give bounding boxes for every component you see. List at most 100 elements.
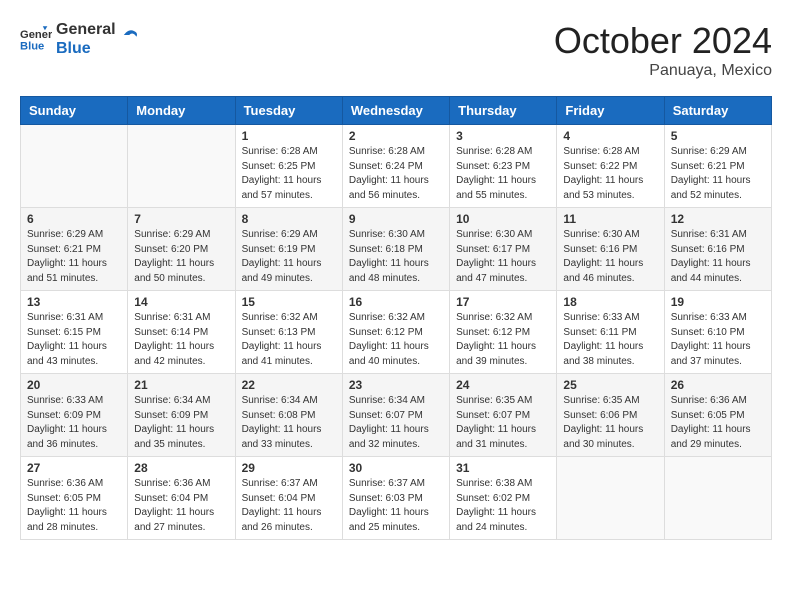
weekday-header-sunday: Sunday bbox=[21, 97, 128, 125]
calendar-week-row: 1 Sunrise: 6:28 AM Sunset: 6:25 PM Daylig… bbox=[21, 125, 772, 208]
day-number: 26 bbox=[671, 378, 765, 392]
calendar-week-row: 27 Sunrise: 6:36 AM Sunset: 6:05 PM Dayli… bbox=[21, 457, 772, 540]
calendar-cell: 23Sunrise: 6:34 AM Sunset: 6:07 PM Dayli… bbox=[342, 374, 449, 457]
logo-blue: Blue bbox=[56, 39, 116, 58]
calendar-cell: 27 Sunrise: 6:36 AM Sunset: 6:05 PM Dayli… bbox=[21, 457, 128, 540]
calendar-cell: 31Sunrise: 6:38 AM Sunset: 6:02 PM Dayli… bbox=[450, 457, 557, 540]
day-number: 13 bbox=[27, 295, 121, 309]
day-info: Sunrise: 6:30 AM Sunset: 6:17 PM Dayligh… bbox=[456, 228, 550, 286]
month-title: October 2024 bbox=[554, 20, 772, 62]
calendar-cell bbox=[557, 457, 664, 540]
day-info: Sunrise: 6:29 AM Sunset: 6:21 PM Dayligh… bbox=[671, 145, 765, 203]
calendar-cell: 20 Sunrise: 6:33 AM Sunset: 6:09 PM Dayli… bbox=[21, 374, 128, 457]
calendar-cell bbox=[21, 125, 128, 208]
svg-text:Blue: Blue bbox=[20, 41, 44, 53]
logo: General Blue General Blue bbox=[20, 20, 140, 58]
day-number: 23 bbox=[349, 378, 443, 392]
day-info: Sunrise: 6:29 AM Sunset: 6:19 PM Dayligh… bbox=[242, 228, 336, 286]
calendar-cell: 24 Sunrise: 6:35 AM Sunset: 6:07 PM Dayli… bbox=[450, 374, 557, 457]
day-number: 7 bbox=[134, 212, 228, 226]
calendar-cell: 22Sunrise: 6:34 AM Sunset: 6:08 PM Dayli… bbox=[235, 374, 342, 457]
day-info: Sunrise: 6:29 AM Sunset: 6:21 PM Dayligh… bbox=[27, 228, 121, 286]
logo-bird-icon bbox=[122, 26, 140, 44]
calendar-cell: 5 Sunrise: 6:29 AM Sunset: 6:21 PM Daylig… bbox=[664, 125, 771, 208]
title-block: October 2024 Panuaya, Mexico bbox=[554, 20, 772, 80]
calendar-cell: 25 Sunrise: 6:35 AM Sunset: 6:06 PM Dayli… bbox=[557, 374, 664, 457]
day-info: Sunrise: 6:36 AM Sunset: 6:04 PM Dayligh… bbox=[134, 477, 228, 535]
day-number: 28 bbox=[134, 461, 228, 475]
day-info: Sunrise: 6:31 AM Sunset: 6:14 PM Dayligh… bbox=[134, 311, 228, 369]
day-info: Sunrise: 6:31 AM Sunset: 6:15 PM Dayligh… bbox=[27, 311, 121, 369]
calendar-cell: 1 Sunrise: 6:28 AM Sunset: 6:25 PM Daylig… bbox=[235, 125, 342, 208]
weekday-header-friday: Friday bbox=[557, 97, 664, 125]
calendar-cell: 26 Sunrise: 6:36 AM Sunset: 6:05 PM Dayli… bbox=[664, 374, 771, 457]
day-number: 4 bbox=[563, 129, 657, 143]
day-info: Sunrise: 6:37 AM Sunset: 6:03 PM Dayligh… bbox=[349, 477, 443, 535]
day-info: Sunrise: 6:36 AM Sunset: 6:05 PM Dayligh… bbox=[27, 477, 121, 535]
calendar-cell: 6 Sunrise: 6:29 AM Sunset: 6:21 PM Daylig… bbox=[21, 208, 128, 291]
calendar-cell: 9Sunrise: 6:30 AM Sunset: 6:18 PM Daylig… bbox=[342, 208, 449, 291]
day-number: 8 bbox=[242, 212, 336, 226]
day-info: Sunrise: 6:30 AM Sunset: 6:18 PM Dayligh… bbox=[349, 228, 443, 286]
day-number: 29 bbox=[242, 461, 336, 475]
day-info: Sunrise: 6:28 AM Sunset: 6:25 PM Dayligh… bbox=[242, 145, 336, 203]
day-info: Sunrise: 6:36 AM Sunset: 6:05 PM Dayligh… bbox=[671, 394, 765, 452]
svg-text:General: General bbox=[20, 29, 52, 41]
day-info: Sunrise: 6:28 AM Sunset: 6:22 PM Dayligh… bbox=[563, 145, 657, 203]
day-info: Sunrise: 6:29 AM Sunset: 6:20 PM Dayligh… bbox=[134, 228, 228, 286]
day-number: 19 bbox=[671, 295, 765, 309]
day-number: 25 bbox=[563, 378, 657, 392]
calendar-table: SundayMondayTuesdayWednesdayThursdayFrid… bbox=[20, 96, 772, 540]
weekday-header-thursday: Thursday bbox=[450, 97, 557, 125]
day-info: Sunrise: 6:35 AM Sunset: 6:07 PM Dayligh… bbox=[456, 394, 550, 452]
day-number: 3 bbox=[456, 129, 550, 143]
logo-general: General bbox=[56, 20, 116, 39]
calendar-cell: 10 Sunrise: 6:30 AM Sunset: 6:17 PM Dayli… bbox=[450, 208, 557, 291]
weekday-header-row: SundayMondayTuesdayWednesdayThursdayFrid… bbox=[21, 97, 772, 125]
calendar-cell bbox=[664, 457, 771, 540]
page-header: General Blue General Blue October 2024 P… bbox=[20, 20, 772, 80]
day-number: 16 bbox=[349, 295, 443, 309]
day-number: 5 bbox=[671, 129, 765, 143]
day-number: 12 bbox=[671, 212, 765, 226]
day-info: Sunrise: 6:33 AM Sunset: 6:09 PM Dayligh… bbox=[27, 394, 121, 452]
day-info: Sunrise: 6:28 AM Sunset: 6:23 PM Dayligh… bbox=[456, 145, 550, 203]
calendar-cell: 12Sunrise: 6:31 AM Sunset: 6:16 PM Dayli… bbox=[664, 208, 771, 291]
calendar-cell: 28 Sunrise: 6:36 AM Sunset: 6:04 PM Dayli… bbox=[128, 457, 235, 540]
day-info: Sunrise: 6:28 AM Sunset: 6:24 PM Dayligh… bbox=[349, 145, 443, 203]
day-number: 24 bbox=[456, 378, 550, 392]
calendar-cell: 30 Sunrise: 6:37 AM Sunset: 6:03 PM Dayli… bbox=[342, 457, 449, 540]
day-number: 11 bbox=[563, 212, 657, 226]
day-number: 30 bbox=[349, 461, 443, 475]
calendar-cell: 19Sunrise: 6:33 AM Sunset: 6:10 PM Dayli… bbox=[664, 291, 771, 374]
calendar-cell: 16Sunrise: 6:32 AM Sunset: 6:12 PM Dayli… bbox=[342, 291, 449, 374]
day-number: 31 bbox=[456, 461, 550, 475]
calendar-cell bbox=[128, 125, 235, 208]
day-info: Sunrise: 6:32 AM Sunset: 6:12 PM Dayligh… bbox=[456, 311, 550, 369]
day-number: 1 bbox=[242, 129, 336, 143]
day-info: Sunrise: 6:30 AM Sunset: 6:16 PM Dayligh… bbox=[563, 228, 657, 286]
day-info: Sunrise: 6:35 AM Sunset: 6:06 PM Dayligh… bbox=[563, 394, 657, 452]
calendar-cell: 2Sunrise: 6:28 AM Sunset: 6:24 PM Daylig… bbox=[342, 125, 449, 208]
day-number: 6 bbox=[27, 212, 121, 226]
calendar-cell: 3 Sunrise: 6:28 AM Sunset: 6:23 PM Daylig… bbox=[450, 125, 557, 208]
calendar-cell: 29 Sunrise: 6:37 AM Sunset: 6:04 PM Dayli… bbox=[235, 457, 342, 540]
calendar-cell: 7 Sunrise: 6:29 AM Sunset: 6:20 PM Daylig… bbox=[128, 208, 235, 291]
calendar-week-row: 13 Sunrise: 6:31 AM Sunset: 6:15 PM Dayli… bbox=[21, 291, 772, 374]
calendar-cell: 21Sunrise: 6:34 AM Sunset: 6:09 PM Dayli… bbox=[128, 374, 235, 457]
day-info: Sunrise: 6:34 AM Sunset: 6:08 PM Dayligh… bbox=[242, 394, 336, 452]
calendar-week-row: 6 Sunrise: 6:29 AM Sunset: 6:21 PM Daylig… bbox=[21, 208, 772, 291]
calendar-cell: 4 Sunrise: 6:28 AM Sunset: 6:22 PM Daylig… bbox=[557, 125, 664, 208]
day-number: 15 bbox=[242, 295, 336, 309]
calendar-cell: 8 Sunrise: 6:29 AM Sunset: 6:19 PM Daylig… bbox=[235, 208, 342, 291]
day-info: Sunrise: 6:32 AM Sunset: 6:13 PM Dayligh… bbox=[242, 311, 336, 369]
day-number: 20 bbox=[27, 378, 121, 392]
day-number: 27 bbox=[27, 461, 121, 475]
weekday-header-tuesday: Tuesday bbox=[235, 97, 342, 125]
day-info: Sunrise: 6:37 AM Sunset: 6:04 PM Dayligh… bbox=[242, 477, 336, 535]
day-number: 10 bbox=[456, 212, 550, 226]
day-info: Sunrise: 6:34 AM Sunset: 6:09 PM Dayligh… bbox=[134, 394, 228, 452]
calendar-cell: 13 Sunrise: 6:31 AM Sunset: 6:15 PM Dayli… bbox=[21, 291, 128, 374]
calendar-cell: 18Sunrise: 6:33 AM Sunset: 6:11 PM Dayli… bbox=[557, 291, 664, 374]
weekday-header-saturday: Saturday bbox=[664, 97, 771, 125]
